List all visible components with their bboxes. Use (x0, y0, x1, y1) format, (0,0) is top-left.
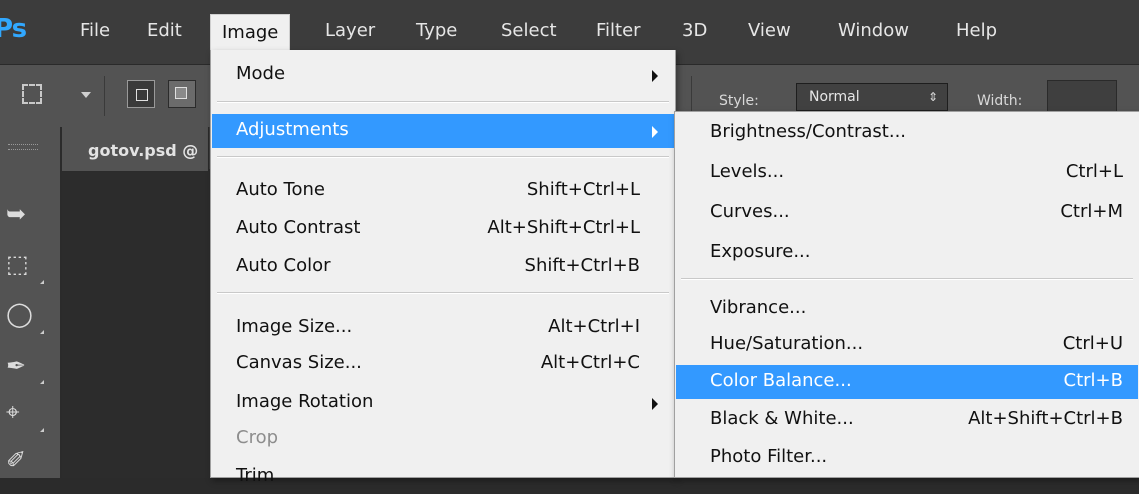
menu-separator (681, 278, 1133, 280)
menu-item-curves[interactable]: Curves... Ctrl+M (676, 196, 1138, 230)
menu-item-shortcut: Ctrl+M (1060, 201, 1123, 222)
menu-item-shortcut: Alt+Shift+Ctrl+L (487, 217, 640, 238)
menu-item-shortcut: Ctrl+U (1062, 333, 1123, 354)
menu-item-color-balance[interactable]: Color Balance... Ctrl+B (676, 365, 1138, 399)
menu-item-label: Auto Color (236, 255, 331, 276)
menu-item-label: Mode (236, 63, 286, 84)
style-select[interactable]: Normal ⇕ (796, 83, 948, 111)
menu-item-shortcut: Shift+Ctrl+L (526, 179, 640, 200)
style-select-value: Normal (809, 89, 860, 105)
marquee-tool-icon[interactable]: ⬚ (6, 250, 29, 278)
menu-window[interactable]: Window (838, 20, 909, 41)
menu-item-label: Curves... (710, 201, 790, 222)
image-menu: Mode Adjustments Auto Tone Shift+Ctrl+L … (210, 50, 676, 486)
menu-item-shortcut: Alt+Ctrl+C (540, 352, 640, 373)
menu-item-label: Image Size... (236, 316, 353, 337)
submenu-arrow-icon (652, 398, 658, 410)
menu-item-label: Vibrance... (710, 297, 807, 318)
menu-item-image-size[interactable]: Image Size... Alt+Ctrl+I (212, 311, 674, 345)
menu-layer[interactable]: Layer (325, 20, 375, 41)
menu-item-shortcut: Ctrl+L (1065, 161, 1123, 182)
menu-item-shortcut: Shift+Ctrl+B (524, 255, 640, 276)
menu-item-label: Auto Contrast (236, 217, 361, 238)
menu-item-label: Hue/Saturation... (710, 333, 864, 354)
tool-flyout-indicator (40, 380, 44, 384)
lasso-tool-icon[interactable]: ◯ (6, 300, 33, 328)
updown-arrows-icon: ⇕ (927, 90, 938, 104)
menu-view[interactable]: View (748, 20, 791, 41)
menu-item-label: Levels... (710, 161, 785, 182)
options-separator (691, 76, 692, 116)
submenu-arrow-icon (652, 126, 658, 138)
menu-item-photo-filter[interactable]: Photo Filter... (676, 441, 1138, 475)
new-selection-icon (136, 89, 148, 101)
menu-item-levels[interactable]: Levels... Ctrl+L (676, 156, 1138, 190)
document-tab-title: gotov.psd @ (88, 141, 199, 160)
tool-flyout-indicator (40, 428, 44, 432)
tool-flyout-indicator (40, 280, 44, 284)
move-tool-icon[interactable]: ➥ (6, 200, 26, 228)
menu-separator (217, 101, 669, 103)
menu-item-label: Color Balance... (710, 370, 852, 391)
menu-item-hue-saturation[interactable]: Hue/Saturation... Ctrl+U (676, 328, 1138, 362)
menu-item-label: Canvas Size... (236, 352, 362, 373)
rectangular-marquee-icon[interactable] (22, 84, 42, 104)
width-input[interactable] (1047, 80, 1117, 112)
menu-item-shortcut: Alt+Ctrl+I (548, 316, 640, 337)
quick-select-tool-icon[interactable]: ✒ (6, 352, 26, 380)
menu-item-brightness-contrast[interactable]: Brightness/Contrast... (676, 116, 1138, 150)
menu-select[interactable]: Select (501, 20, 557, 41)
menu-item-adjustments[interactable]: Adjustments (212, 114, 674, 148)
menu-item-black-white[interactable]: Black & White... Alt+Shift+Ctrl+B (676, 403, 1138, 437)
new-selection-button[interactable] (127, 80, 155, 108)
menu-separator (217, 292, 669, 294)
width-label: Width: (977, 93, 1023, 109)
tool-flyout-indicator (40, 330, 44, 334)
eyedropper-tool-icon[interactable]: ✐ (6, 446, 26, 474)
menu-item-trim[interactable]: Trim (212, 460, 674, 494)
menu-item-shortcut: Ctrl+B (1063, 370, 1123, 391)
menu-item-label: Image Rotation (236, 391, 374, 412)
menu-item-label: Adjustments (236, 119, 349, 140)
menu-item-auto-contrast[interactable]: Auto Contrast Alt+Shift+Ctrl+L (212, 212, 674, 246)
menu-item-label: Black & White... (710, 408, 854, 429)
menu-file[interactable]: File (80, 20, 110, 41)
menu-separator (217, 156, 669, 158)
menu-item-image-rotation[interactable]: Image Rotation (212, 386, 674, 420)
adjustments-submenu: Brightness/Contrast... Levels... Ctrl+L … (674, 111, 1139, 478)
menu-item-vibrance[interactable]: Vibrance... (676, 292, 1138, 326)
menu-item-auto-color[interactable]: Auto Color Shift+Ctrl+B (212, 250, 674, 284)
menu-item-exposure[interactable]: Exposure... (676, 236, 1138, 270)
menu-item-canvas-size[interactable]: Canvas Size... Alt+Ctrl+C (212, 347, 674, 381)
menu-filter[interactable]: Filter (596, 20, 641, 41)
style-label: Style: (719, 93, 759, 109)
photoshop-logo: Ps (0, 14, 27, 44)
menu-item-crop: Crop (212, 422, 674, 456)
add-selection-button[interactable] (168, 80, 196, 108)
menu-item-label: Brightness/Contrast... (710, 121, 907, 142)
panel-grip[interactable] (8, 144, 38, 150)
options-separator (104, 76, 105, 116)
menu-item-shortcut: Alt+Shift+Ctrl+B (968, 408, 1123, 429)
chevron-down-icon[interactable] (81, 92, 91, 98)
menu-item-label: Trim (236, 465, 275, 486)
menu-type[interactable]: Type (416, 20, 457, 41)
crop-tool-icon[interactable]: ⌖ (6, 398, 20, 426)
menu-item-auto-tone[interactable]: Auto Tone Shift+Ctrl+L (212, 174, 674, 208)
menu-item-label: Auto Tone (236, 179, 325, 200)
menu-image[interactable]: Image (210, 14, 291, 51)
menu-help[interactable]: Help (956, 20, 997, 41)
menu-edit[interactable]: Edit (147, 20, 182, 41)
menu-item-label: Photo Filter... (710, 446, 828, 467)
menu-item-label: Exposure... (710, 241, 811, 262)
menu-item-mode[interactable]: Mode (212, 58, 674, 92)
document-canvas[interactable] (62, 172, 212, 478)
menu-3d[interactable]: 3D (682, 20, 707, 41)
add-selection-icon (175, 87, 187, 99)
menu-item-label: Crop (236, 427, 279, 448)
submenu-arrow-icon (652, 70, 658, 82)
